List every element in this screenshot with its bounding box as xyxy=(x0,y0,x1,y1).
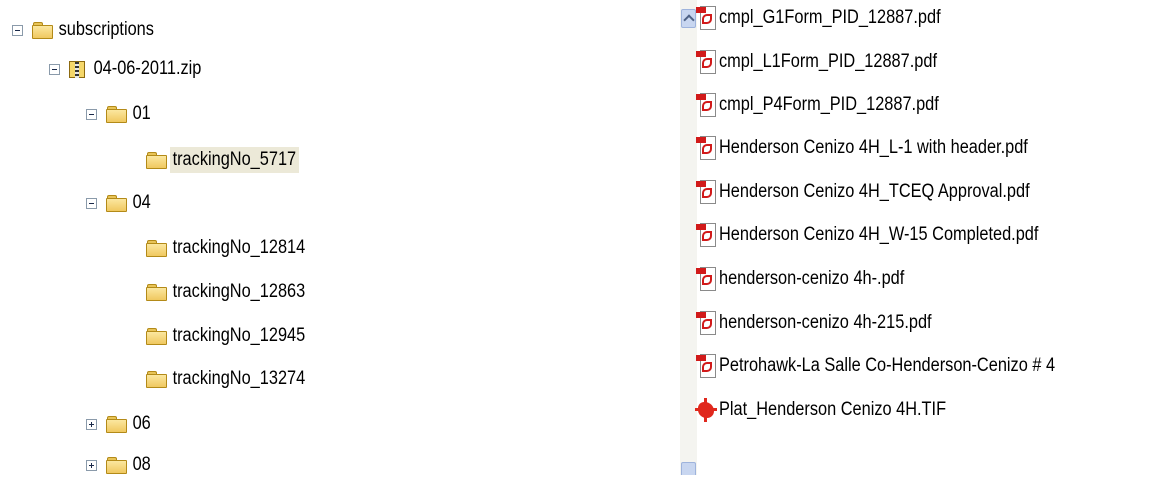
file-item[interactable]: Henderson Cenizo 4H_W-15 Completed.pdf xyxy=(695,218,1090,252)
file-item[interactable]: henderson-cenizo 4h-215.pdf xyxy=(695,306,966,340)
folder-tree: subscriptions 04-06-2011.zip 01 tracking… xyxy=(0,0,640,475)
file-name: Plat_Henderson Cenizo 4H.TIF xyxy=(719,399,947,420)
tif-image-icon xyxy=(695,397,717,423)
scroll-down-arrow-icon[interactable] xyxy=(681,462,696,475)
file-item[interactable]: Henderson Cenizo 4H_TCEQ Approval.pdf xyxy=(695,175,1080,209)
tree-node-trackingno-5717[interactable]: trackingNo_5717 xyxy=(146,143,320,177)
tree-node-label: 04-06-2011.zip xyxy=(93,58,202,79)
tree-node-label: trackingNo_12863 xyxy=(172,281,306,302)
tree-node-label: 08 xyxy=(132,454,151,475)
folder-icon xyxy=(106,106,127,123)
file-name: cmpl_P4Form_PID_12887.pdf xyxy=(719,94,939,115)
folder-icon xyxy=(146,284,167,301)
file-name: henderson-cenizo 4h-215.pdf xyxy=(719,312,932,333)
expand-toggle-icon[interactable] xyxy=(86,459,97,471)
folder-icon xyxy=(106,457,127,474)
collapse-toggle-icon[interactable] xyxy=(86,108,97,120)
tree-node-folder-08[interactable]: 08 xyxy=(86,448,157,482)
file-item[interactable]: henderson-cenizo 4h-.pdf xyxy=(695,262,934,296)
pdf-icon xyxy=(695,135,717,161)
folder-icon xyxy=(32,22,53,39)
folder-icon xyxy=(146,328,167,345)
pdf-icon xyxy=(695,310,717,336)
tree-node-label: 04 xyxy=(132,192,151,213)
file-name: Henderson Cenizo 4H_W-15 Completed.pdf xyxy=(719,224,1039,245)
tree-node-label: 06 xyxy=(132,413,151,434)
tree-node-trackingno-12945[interactable]: trackingNo_12945 xyxy=(146,319,330,353)
folder-icon xyxy=(106,195,127,212)
tree-node-label: trackingNo_12945 xyxy=(172,325,306,346)
file-name: Petrohawk-La Salle Co-Henderson-Cenizo #… xyxy=(719,355,1056,376)
collapse-toggle-icon[interactable] xyxy=(12,24,23,36)
tree-node-label: subscriptions xyxy=(58,19,154,40)
file-item[interactable]: Petrohawk-La Salle Co-Henderson-Cenizo #… xyxy=(695,349,1110,383)
file-name: henderson-cenizo 4h-.pdf xyxy=(719,268,905,289)
scroll-up-arrow-icon[interactable] xyxy=(681,9,696,28)
pdf-icon xyxy=(695,92,717,118)
pdf-icon xyxy=(695,222,717,248)
file-name: cmpl_L1Form_PID_12887.pdf xyxy=(719,51,937,72)
tree-node-label-selected: trackingNo_5717 xyxy=(170,147,299,173)
folder-icon xyxy=(146,371,167,388)
file-item[interactable]: cmpl_P4Form_PID_12887.pdf xyxy=(695,88,975,122)
tree-node-trackingno-12814[interactable]: trackingNo_12814 xyxy=(146,231,330,265)
tree-node-folder-04[interactable]: 04 xyxy=(86,186,157,220)
file-item[interactable]: Henderson Cenizo 4H_L-1 with header.pdf xyxy=(695,131,1078,165)
tree-node-trackingno-13274[interactable]: trackingNo_13274 xyxy=(146,362,330,396)
pdf-icon xyxy=(695,179,717,205)
pdf-icon xyxy=(695,266,717,292)
collapse-toggle-icon[interactable] xyxy=(86,197,97,209)
tree-node-label: trackingNo_12814 xyxy=(172,237,306,258)
tree-node-trackingno-12863[interactable]: trackingNo_12863 xyxy=(146,275,330,309)
expand-toggle-icon[interactable] xyxy=(86,418,97,430)
file-name: Henderson Cenizo 4H_L-1 with header.pdf xyxy=(719,137,1028,158)
file-name: cmpl_G1Form_PID_12887.pdf xyxy=(719,7,941,28)
tree-node-folder-06[interactable]: 06 xyxy=(86,407,157,441)
pdf-icon xyxy=(695,353,717,379)
tree-node-zip[interactable]: 04-06-2011.zip xyxy=(49,52,222,86)
tree-node-label: 01 xyxy=(132,103,151,124)
zip-archive-icon xyxy=(69,60,85,78)
folder-icon xyxy=(146,240,167,257)
pdf-icon xyxy=(695,5,717,31)
file-item[interactable]: cmpl_G1Form_PID_12887.pdf xyxy=(695,1,977,35)
tree-node-subscriptions[interactable]: subscriptions xyxy=(12,13,173,47)
file-item[interactable]: Plat_Henderson Cenizo 4H.TIF xyxy=(695,393,983,427)
folder-icon xyxy=(146,152,167,169)
file-name: Henderson Cenizo 4H_TCEQ Approval.pdf xyxy=(719,181,1030,202)
file-item[interactable]: cmpl_L1Form_PID_12887.pdf xyxy=(695,45,972,79)
tree-node-folder-01[interactable]: 01 xyxy=(86,97,157,131)
folder-icon xyxy=(106,416,127,433)
collapse-toggle-icon[interactable] xyxy=(49,63,60,75)
tree-node-label: trackingNo_13274 xyxy=(172,368,306,389)
pdf-icon xyxy=(695,49,717,75)
